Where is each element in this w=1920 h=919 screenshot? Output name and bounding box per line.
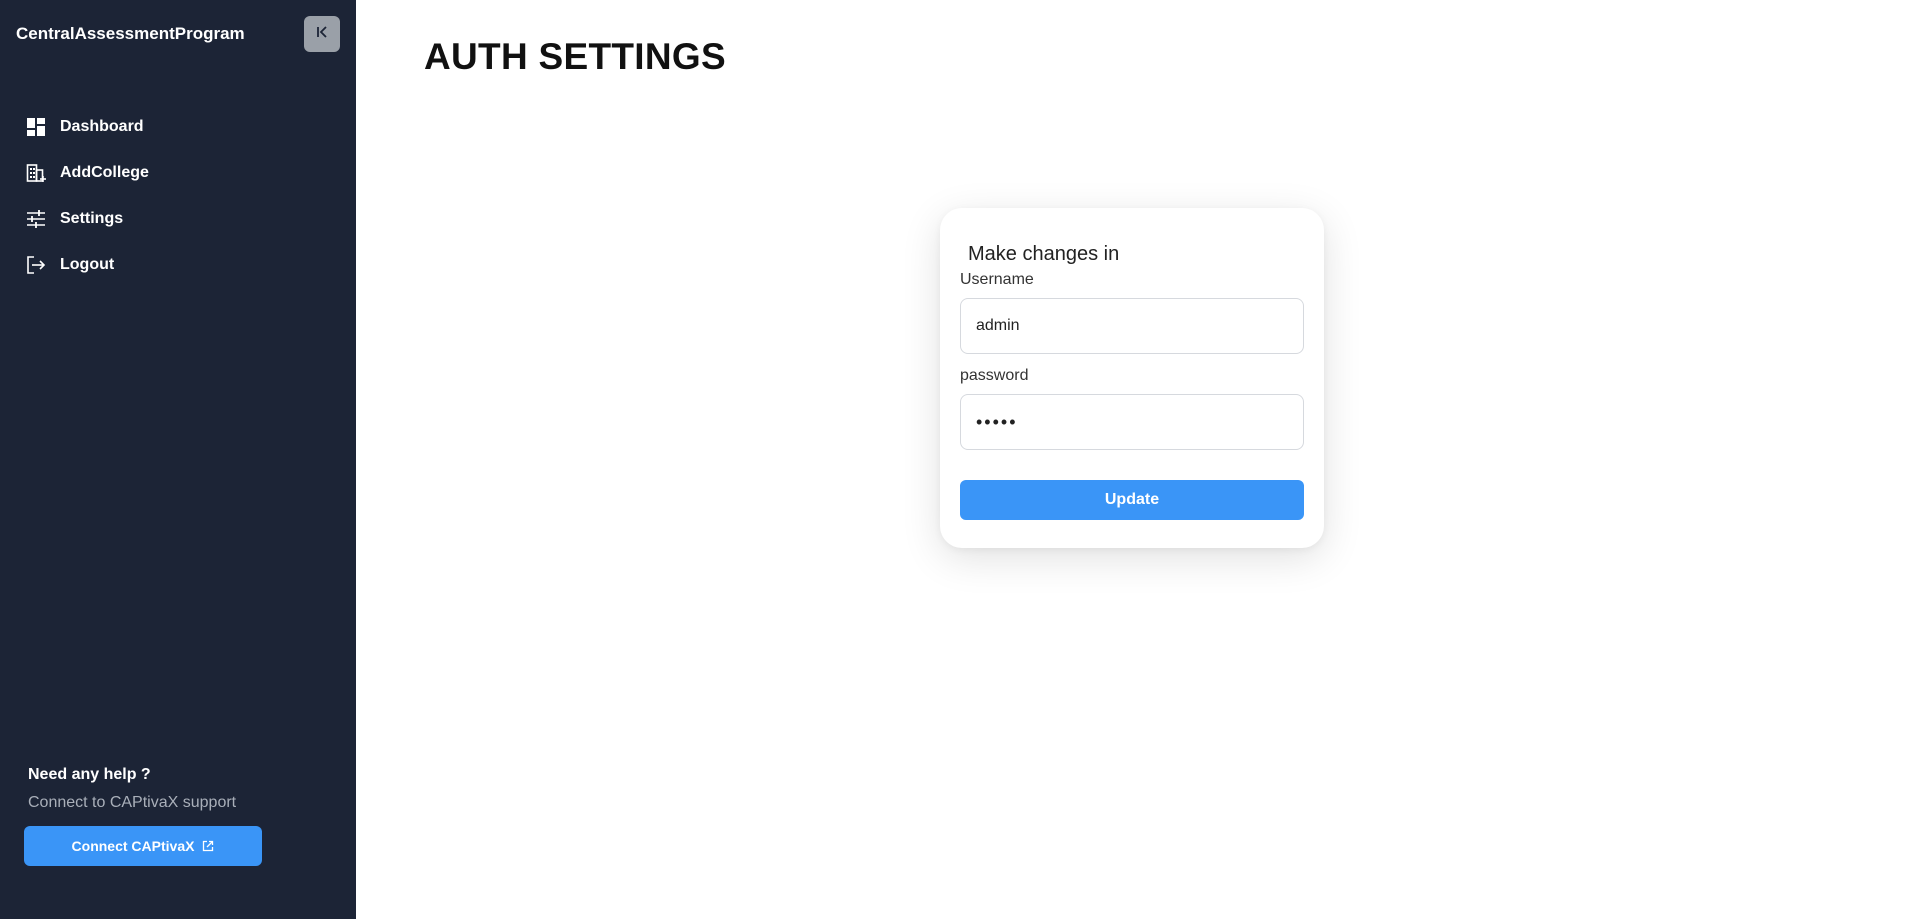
username-label: Username: [960, 271, 1034, 288]
sliders-icon: [26, 209, 46, 229]
connect-captivax-button[interactable]: Connect CAPtivaX: [24, 826, 262, 866]
form-heading: Make changes in: [968, 243, 1120, 265]
sidebar-nav: Dashboard AddCollege Settings Logout: [0, 104, 356, 288]
collapse-left-icon: [314, 24, 330, 45]
logout-icon: [26, 255, 46, 275]
connect-button-label: Connect CAPtivaX: [71, 838, 195, 854]
brand-title: CentralAssessmentProgram: [16, 24, 245, 43]
help-subtitle: Connect to CAPtivaX support: [28, 794, 237, 811]
page-title: AUTH SETTINGS: [424, 36, 726, 77]
external-link-icon: [202, 840, 214, 852]
password-field[interactable]: •••••: [960, 394, 1304, 450]
sidebar-item-dashboard[interactable]: Dashboard: [0, 104, 356, 150]
building-add-icon: [26, 163, 46, 183]
app-root: CentralAssessmentProgram Dashboard AddCo…: [0, 0, 1920, 919]
auth-settings-card: Make changes in Username admin password …: [940, 208, 1324, 548]
help-title: Need any help ?: [28, 766, 151, 783]
sidebar-item-addcollege[interactable]: AddCollege: [0, 150, 356, 196]
sidebar-item-label: Settings: [60, 210, 124, 227]
help-section: Need any help ? Connect to CAPtivaX supp…: [24, 766, 324, 866]
sidebar-item-label: Logout: [60, 256, 115, 273]
sidebar-item-settings[interactable]: Settings: [0, 196, 356, 242]
sidebar: CentralAssessmentProgram Dashboard AddCo…: [0, 0, 356, 919]
collapse-sidebar-button[interactable]: [304, 16, 340, 52]
password-label: password: [960, 367, 1029, 384]
sidebar-item-label: AddCollege: [60, 164, 149, 181]
username-field[interactable]: admin: [960, 298, 1304, 354]
sidebar-item-label: Dashboard: [60, 118, 144, 135]
main-content: AUTH SETTINGS Make changes in Username a…: [356, 0, 1920, 919]
sidebar-item-logout[interactable]: Logout: [0, 242, 356, 288]
dashboard-icon: [26, 117, 46, 137]
update-button[interactable]: Update: [960, 480, 1304, 520]
